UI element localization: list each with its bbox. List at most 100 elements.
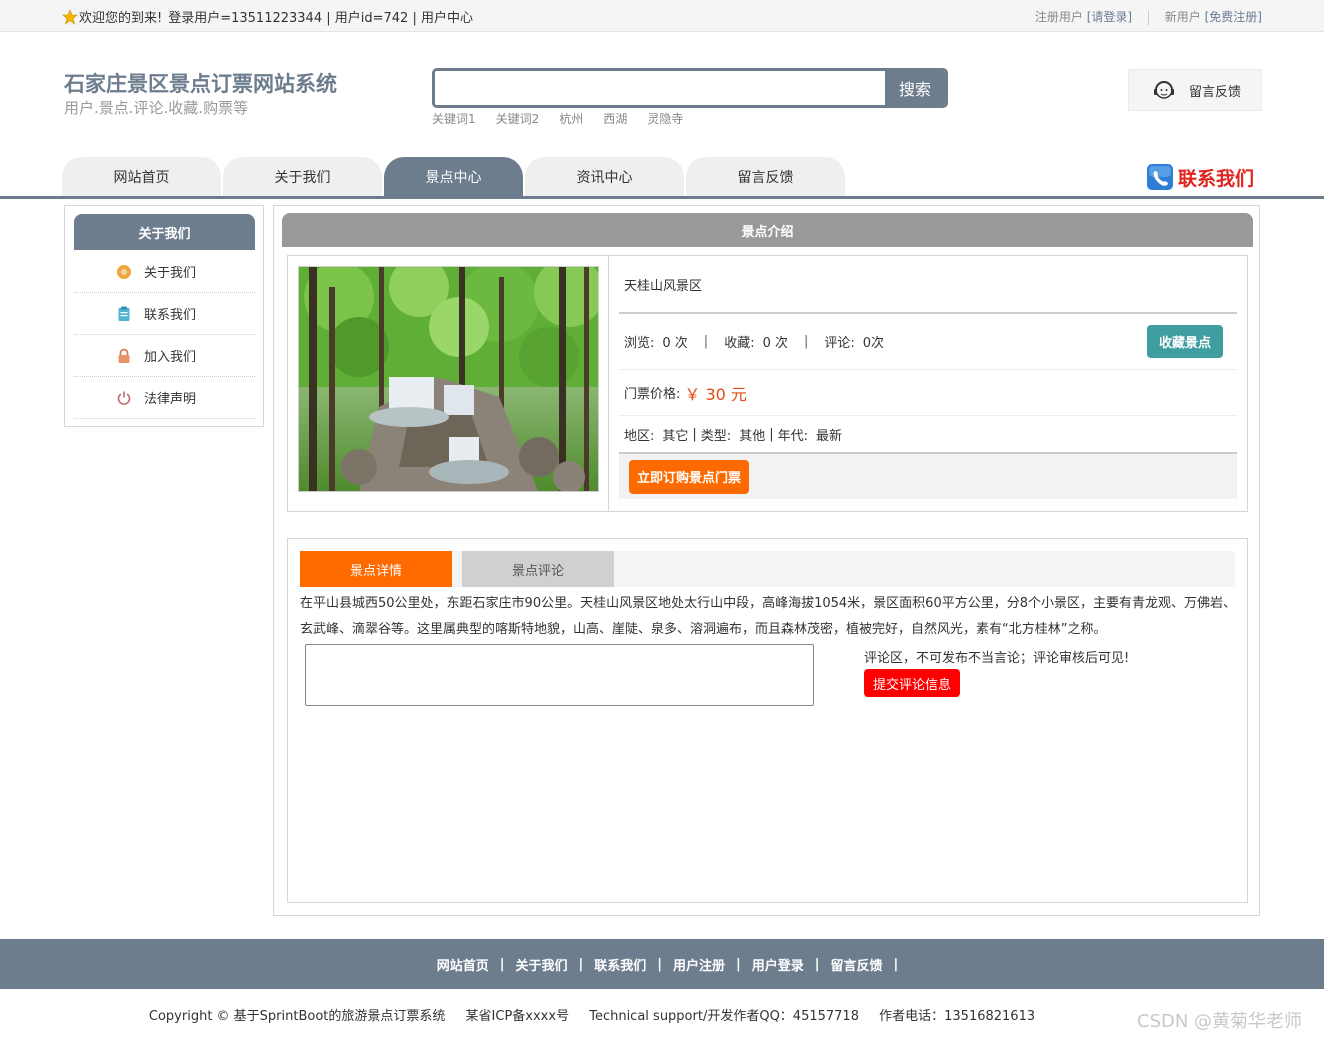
top-bar: 欢迎您的到来! 登录用户=13511223344 | 用户id=742 | 用户… [0,0,1324,32]
waterfall-photo [299,267,598,491]
era-label: 年代: [777,428,808,444]
copyright-text: Copyright © 基于SprintBoot的旅游景点订票系统 [148,1009,446,1024]
region-value: 其它 [662,428,689,444]
footer-divider: | [893,956,899,972]
sidebar-item-about[interactable]: 关于我们 [74,251,255,293]
price-row: 门票价格: ￥ 30 元 [619,370,1237,416]
keyword-link[interactable]: 西湖 [603,110,627,127]
comment-note: 评论区，不可发布不当言论；评论审核后可见! [864,651,1130,666]
watermark: CSDN @黄菊华老师 [1137,1011,1303,1032]
views-label: 浏览: [624,336,655,351]
new-user-label: 新用户 [1164,10,1201,24]
comments-count: 0次 [862,336,885,351]
spot-info-box: 天桂山风景区 浏览: 0 次 | 收藏: 0 次 | 评论: 0次 收藏景点 门… [287,255,1248,512]
region-label: 地区: [624,428,655,444]
spot-name: 天桂山风景区 [619,256,1237,314]
tab-comments[interactable]: 景点评论 [462,551,614,587]
type-label: 类型: [700,428,732,444]
search-button[interactable]: 搜索 [885,71,945,105]
submit-comment-button[interactable]: 提交评论信息 [864,669,961,697]
search-input[interactable] [435,71,885,105]
views-count: 0 次 [662,336,688,351]
sidebar-item-contact[interactable]: 联系我们 [74,293,255,335]
section-title: 景点介绍 [282,213,1253,247]
buy-row: 立即订购景点门票 [619,454,1237,499]
sidebar-item-legal[interactable]: 法律声明 [74,377,255,419]
sidebar-item-label: 法律声明 [144,392,197,407]
footer-divider: | [736,956,741,972]
nav-underline [0,196,1324,199]
favorites-count: 0 次 [762,336,788,351]
footer-divider: | [578,956,584,972]
price-value: ￥ 30 元 [684,384,747,404]
footer-link-login[interactable]: 用户登录 [752,955,804,974]
power-icon [116,390,132,406]
spot-description: 在平山县城西50公里处，东距石家庄市90公里。天桂山风景区地处太行山中段，高峰海… [300,596,1236,637]
lock-icon [116,348,132,364]
keyword-link[interactable]: 关键词2 [496,110,540,127]
star-icon [62,8,78,25]
copyright-bar: Copyright © 基于SprintBoot的旅游景点订票系统 某省ICP备… [0,1005,1324,1024]
comment-input[interactable] [305,644,814,706]
contact-us-label: 联系我们 [1178,167,1255,190]
footer-divider: | [499,956,505,972]
sidebar-item-join[interactable]: 加入我们 [74,335,255,377]
tab-details[interactable]: 景点详情 [300,551,452,587]
sidebar-item-label: 加入我们 [144,350,197,365]
feedback-label: 留言反馈 [1189,84,1242,100]
footer-divider: | [814,956,820,972]
sidebar-item-label: 关于我们 [144,266,197,281]
buy-ticket-button[interactable]: 立即订购景点门票 [629,459,750,494]
spot-details: 天桂山风景区 浏览: 0 次 | 收藏: 0 次 | 评论: 0次 收藏景点 门… [619,256,1237,499]
info-divider [608,256,609,511]
footer-link-register[interactable]: 用户注册 [673,955,725,974]
phone-text: 作者电话：13516821613 [879,1009,1036,1024]
era-value: 最新 [815,428,842,444]
footer-link-home[interactable]: 网站首页 [437,955,489,974]
nav-about[interactable]: 关于我们 [223,157,382,197]
price-label: 门票价格: [624,387,681,402]
hot-keywords: 关键词1 关键词2 杭州 西湖 灵隐寺 [432,110,683,127]
stats-separator: | [703,334,709,349]
keyword-link[interactable]: 关键词1 [432,110,476,127]
comments-label: 评论: [824,336,855,351]
clipboard-icon [116,306,132,322]
sidebar-item-label: 联系我们 [144,308,197,323]
sidebar-list: 关于我们 联系我们 加入我们 法律声明 [74,251,255,419]
nav-news[interactable]: 资讯中心 [525,157,684,197]
stats-separator: | [803,334,809,349]
feedback-button[interactable]: 留言反馈 [1128,69,1262,111]
sidebar: 关于我们 关于我们 联系我们 加入我们 法律声明 [64,205,264,427]
main-nav: 网站首页 关于我们 景点中心 资讯中心 留言反馈 [62,157,845,197]
keyword-link[interactable]: 杭州 [559,110,583,127]
register-user-label: 注册用户 [1034,10,1083,24]
phone-icon [1147,164,1173,190]
main-content: 景点介绍 天桂山风景区 浏览: 0 次 | 收藏: 0 次 | 评论: 0次 收… [273,205,1260,916]
headset-icon [1154,81,1174,99]
about-icon [116,264,132,280]
footer-link-contact[interactable]: 联系我们 [594,955,646,974]
meta-separator: | [692,426,697,442]
spot-meta: 地区: 其它 | 类型: 其他 | 年代: 最新 [619,416,1237,454]
login-info[interactable]: 登录用户=13511223344 | 用户id=742 | 用户中心 [168,7,473,26]
meta-separator: | [769,426,774,442]
divider [1147,10,1149,25]
nav-home[interactable]: 网站首页 [62,157,221,197]
keyword-link[interactable]: 灵隐寺 [647,110,683,127]
site-title: 石家庄景区景点订票网站系统 [64,72,337,96]
nav-spots[interactable]: 景点中心 [384,157,523,197]
contact-us-link[interactable]: 联系我们 [1146,163,1254,191]
favorite-button[interactable]: 收藏景点 [1147,325,1223,358]
nav-feedback[interactable]: 留言反馈 [686,157,845,197]
login-link[interactable]: [请登录] [1087,10,1132,24]
search-box: 搜索 [432,68,948,108]
sidebar-title: 关于我们 [74,214,255,250]
register-link[interactable]: [免费注册] [1205,10,1262,24]
detail-tabs: 景点详情 景点评论 [300,551,1235,587]
footer-link-feedback[interactable]: 留言反馈 [831,955,883,974]
welcome-text: 欢迎您的到来! [79,11,163,26]
site-subtitle: 用户.景点.评论.收藏.购票等 [64,99,249,117]
footer-link-about[interactable]: 关于我们 [515,955,567,974]
favorites-label: 收藏: [724,336,755,351]
spot-stats: 浏览: 0 次 | 收藏: 0 次 | 评论: 0次 收藏景点 [619,314,1237,370]
